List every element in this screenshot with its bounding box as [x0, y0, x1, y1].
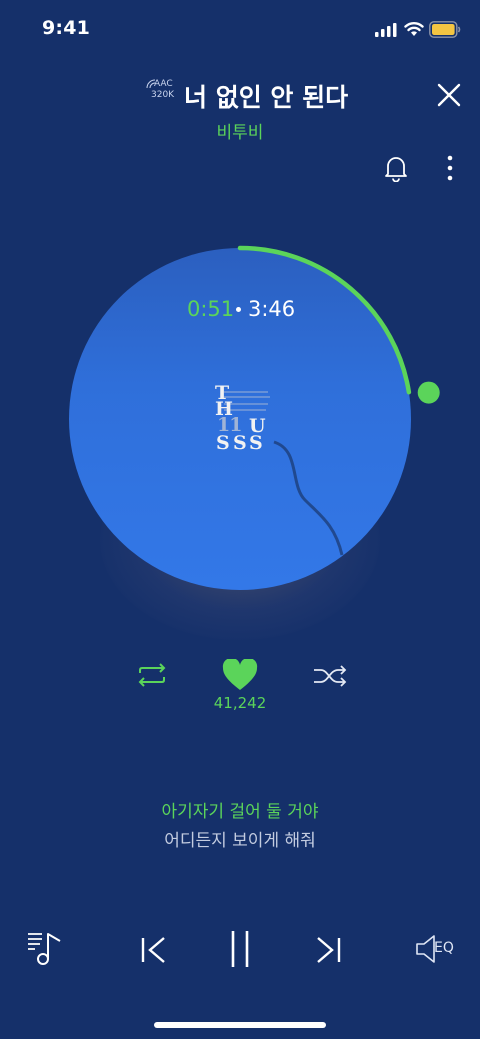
art-letter: S [216, 432, 230, 454]
battery-icon [429, 21, 461, 38]
codec-bitrate: 320K [151, 90, 175, 100]
lyric-current-line[interactable]: 아기자기 걸어 둘 거야 [0, 797, 480, 822]
repeat-icon[interactable] [134, 663, 170, 687]
shuffle-icon[interactable] [312, 664, 348, 688]
total-time: 3:46 [248, 297, 296, 321]
more-icon[interactable] [444, 154, 456, 182]
status-time: 9:41 [42, 17, 91, 39]
wifi-icon [404, 22, 424, 36]
previous-icon[interactable] [140, 935, 168, 965]
time-separator [236, 307, 241, 312]
heart-icon[interactable] [222, 659, 258, 691]
playlist-icon[interactable] [26, 930, 66, 966]
song-title: 너 없인 안 된다 [184, 83, 349, 112]
artist-name[interactable]: 비투비 [0, 118, 480, 143]
close-icon[interactable] [436, 82, 462, 108]
signal-icon [375, 23, 397, 37]
codec-badge: AAC 320K [146, 79, 180, 109]
like-count: 41,242 [213, 694, 267, 712]
lyric-next-line[interactable]: 어디든지 보이게 해줘 [0, 826, 480, 851]
pause-icon[interactable] [229, 929, 251, 969]
bell-icon[interactable] [383, 154, 409, 182]
elapsed-time: 0:51 [187, 297, 235, 321]
eq-label[interactable]: EQ [434, 940, 454, 956]
home-indicator[interactable] [154, 1022, 326, 1028]
progress-knob[interactable] [417, 381, 440, 404]
next-icon[interactable] [314, 935, 342, 965]
earphone-cord [273, 440, 344, 556]
art-letter: S [233, 432, 247, 454]
